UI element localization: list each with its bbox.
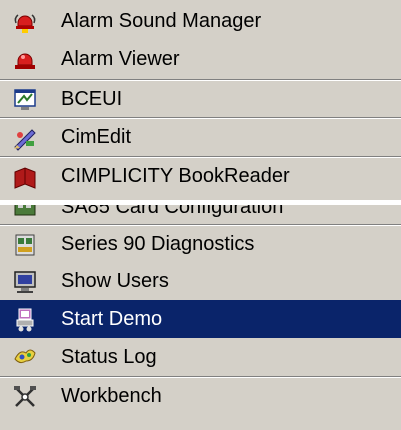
cimedit-icon [12, 125, 38, 151]
menu-item-status-log[interactable]: Status Log [0, 338, 401, 376]
start-demo-icon [12, 307, 38, 333]
menu-item-label: Workbench [61, 385, 162, 407]
menu-item-label: CIMPLICITY BookReader [61, 165, 290, 187]
menu-item-series-90-diagnostics[interactable]: Series 90 Diagnostics [0, 224, 401, 262]
menu-item-label: Series 90 Diagnostics [61, 233, 255, 255]
workbench-icon [12, 384, 38, 410]
menu-item-label: Status Log [61, 346, 157, 368]
menu-item-show-users[interactable]: Show Users [0, 262, 401, 300]
menu-item-label: BCEUI [61, 88, 123, 110]
alarm-viewer-icon [12, 47, 38, 73]
menu-item-cimplicity-bookreader[interactable]: CIMPLICITY BookReader [0, 156, 401, 194]
diagnostics-icon [12, 232, 38, 258]
menu-panel-top: Alarm Sound Manager Alarm Viewer BCEUI C… [0, 0, 401, 200]
menu-item-label: Alarm Viewer [61, 48, 180, 70]
alarm-sound-icon [12, 9, 38, 35]
menu-panel-bottom: SA85 Card Configuration Series 90 Diagno… [0, 205, 401, 430]
menu-item-label: CimEdit [61, 126, 132, 148]
menu-item-label: Alarm Sound Manager [61, 10, 262, 32]
menu-item-label: Start Demo [61, 308, 163, 330]
menu-item-sa85-card-configuration[interactable]: SA85 Card Configuration [0, 205, 401, 226]
bceui-icon [12, 87, 38, 113]
menu-item-label: SA85 Card Configuration [61, 205, 284, 218]
menu-item-cimedit[interactable]: CimEdit [0, 117, 401, 155]
card-config-icon [12, 205, 38, 221]
show-users-icon [12, 269, 38, 295]
menu-item-alarm-viewer[interactable]: Alarm Viewer [0, 40, 401, 78]
menu-item-start-demo[interactable]: Start Demo [0, 300, 401, 338]
menu-item-label: Show Users [61, 270, 169, 292]
menu-item-alarm-sound-manager[interactable]: Alarm Sound Manager [0, 2, 401, 40]
menu-item-workbench[interactable]: Workbench [0, 376, 401, 414]
menu-item-bceui[interactable]: BCEUI [0, 79, 401, 117]
bookreader-icon [12, 164, 38, 190]
status-log-icon [12, 345, 38, 371]
